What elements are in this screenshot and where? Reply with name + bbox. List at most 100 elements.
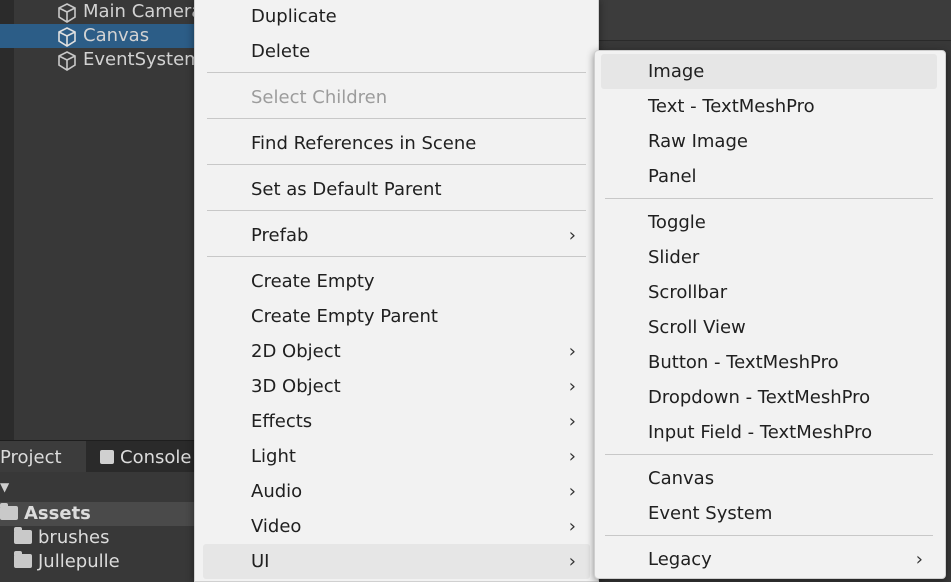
menu-item-find-references[interactable]: Find References in Scene [203, 126, 590, 161]
submenu-item-legacy[interactable]: Legacy › [601, 542, 937, 577]
hierarchy-context-menu: Duplicate Delete Select Children Find Re… [194, 0, 599, 582]
folder-icon [14, 527, 32, 544]
menu-separator [207, 164, 586, 165]
submenu-item-toggle[interactable]: Toggle [601, 205, 937, 240]
menu-item-label: Prefab [251, 225, 309, 246]
menu-item-label: Raw Image [648, 131, 748, 152]
menu-item-video[interactable]: Video › [203, 509, 590, 544]
menu-item-create-empty[interactable]: Create Empty [203, 264, 590, 299]
menu-item-set-default-parent[interactable]: Set as Default Parent [203, 172, 590, 207]
project-toolbar: ▼ [0, 472, 200, 502]
submenu-item-text-textmeshpro[interactable]: Text - TextMeshPro [601, 89, 937, 124]
folder-item-jullepulle[interactable]: Jullepulle [0, 550, 200, 574]
menu-item-label: Text - TextMeshPro [648, 96, 815, 117]
menu-item-audio[interactable]: Audio › [203, 474, 590, 509]
menu-item-2d-object[interactable]: 2D Object › [203, 334, 590, 369]
menu-item-label: Dropdown - TextMeshPro [648, 387, 871, 408]
gameobject-cube-icon [58, 3, 76, 23]
menu-item-3d-object[interactable]: 3D Object › [203, 369, 590, 404]
chevron-right-icon: › [568, 341, 576, 362]
menu-item-label: Effects [251, 411, 313, 432]
menu-item-ui[interactable]: UI › [203, 544, 590, 579]
console-icon [100, 450, 114, 464]
menu-separator [207, 72, 586, 73]
chevron-right-icon: › [568, 481, 576, 502]
menu-item-create-empty-parent[interactable]: Create Empty Parent [203, 299, 590, 334]
menu-item-label: Toggle [648, 212, 706, 233]
menu-item-effects[interactable]: Effects › [203, 404, 590, 439]
menu-item-label: Delete [251, 41, 311, 62]
menu-separator [605, 535, 933, 536]
menu-item-label: Legacy [648, 549, 712, 570]
menu-item-label: Audio [251, 481, 303, 502]
submenu-item-scrollbar[interactable]: Scrollbar [601, 275, 937, 310]
chevron-right-icon: › [568, 376, 576, 397]
chevron-right-icon: › [568, 225, 576, 246]
menu-item-label: Panel [648, 166, 697, 187]
menu-separator [207, 256, 586, 257]
menu-item-label: Scrollbar [648, 282, 728, 303]
menu-item-label: Create Empty [251, 271, 375, 292]
menu-item-prefab[interactable]: Prefab › [203, 218, 590, 253]
menu-item-delete[interactable]: Delete [203, 34, 590, 69]
menu-item-label: Light [251, 446, 296, 467]
folder-item-assets[interactable]: Assets [0, 502, 200, 526]
chevron-right-icon: › [568, 446, 576, 467]
menu-item-label: Button - TextMeshPro [648, 352, 839, 373]
tab-project[interactable]: Project [0, 441, 86, 473]
gameobject-cube-icon [58, 51, 76, 71]
submenu-item-input-field-textmeshpro[interactable]: Input Field - TextMeshPro [601, 415, 937, 450]
menu-item-label: Create Empty Parent [251, 306, 438, 327]
menu-separator [605, 198, 933, 199]
menu-item-label: 2D Object [251, 341, 341, 362]
menu-item-label: Slider [648, 247, 700, 268]
tab-console[interactable]: Console [100, 441, 191, 473]
submenu-item-slider[interactable]: Slider [601, 240, 937, 275]
tab-console-label: Console [120, 447, 192, 468]
menu-separator [207, 210, 586, 211]
hierarchy-panel: Main Camera Canvas EventSystem [0, 0, 203, 440]
submenu-item-scroll-view[interactable]: Scroll View [601, 310, 937, 345]
menu-item-label: Video [251, 516, 302, 537]
ui-submenu: Image Text - TextMeshPro Raw Image Panel… [594, 50, 946, 579]
chevron-right-icon: › [568, 551, 576, 572]
create-dropdown-icon[interactable]: ▼ [0, 480, 9, 494]
menu-item-label: Select Children [251, 87, 388, 108]
menu-item-label: 3D Object [251, 376, 341, 397]
submenu-item-raw-image[interactable]: Raw Image [601, 124, 937, 159]
hierarchy-item-eventsystem[interactable]: EventSystem [0, 48, 202, 72]
hierarchy-item-label: EventSystem [83, 49, 202, 70]
project-tab-bar: Project Console [0, 440, 200, 473]
submenu-item-canvas[interactable]: Canvas [601, 461, 937, 496]
menu-item-duplicate[interactable]: Duplicate [203, 0, 590, 34]
hierarchy-item-canvas[interactable]: Canvas [0, 24, 200, 48]
folder-icon [14, 551, 32, 568]
submenu-item-button-textmeshpro[interactable]: Button - TextMeshPro [601, 345, 937, 380]
submenu-item-image[interactable]: Image [601, 54, 937, 89]
menu-item-label: Set as Default Parent [251, 179, 442, 200]
menu-item-label: Find References in Scene [251, 133, 477, 154]
menu-item-label: Scroll View [648, 317, 746, 338]
folder-label: brushes [38, 527, 110, 548]
menu-item-label: UI [251, 551, 270, 572]
project-folder-tree: Assets brushes Jullepulle [0, 502, 200, 578]
menu-item-label: Duplicate [251, 6, 337, 27]
menu-item-light[interactable]: Light › [203, 439, 590, 474]
folder-label: Assets [24, 503, 91, 524]
hierarchy-item-main-camera[interactable]: Main Camera [0, 0, 203, 24]
menu-item-label: Event System [648, 503, 773, 524]
folder-item-brushes[interactable]: brushes [0, 526, 200, 550]
hierarchy-item-label: Main Camera [83, 1, 203, 22]
menu-separator [207, 118, 586, 119]
chevron-right-icon: › [568, 516, 576, 537]
chevron-right-icon: › [915, 549, 923, 570]
gameobject-cube-icon [58, 27, 76, 47]
menu-item-select-children: Select Children [203, 80, 590, 115]
submenu-item-panel[interactable]: Panel [601, 159, 937, 194]
menu-item-label: Input Field - TextMeshPro [648, 422, 873, 443]
tab-project-label: Project [0, 447, 62, 468]
chevron-right-icon: › [568, 411, 576, 432]
menu-item-label: Image [648, 61, 705, 82]
submenu-item-event-system[interactable]: Event System [601, 496, 937, 531]
submenu-item-dropdown-textmeshpro[interactable]: Dropdown - TextMeshPro [601, 380, 937, 415]
